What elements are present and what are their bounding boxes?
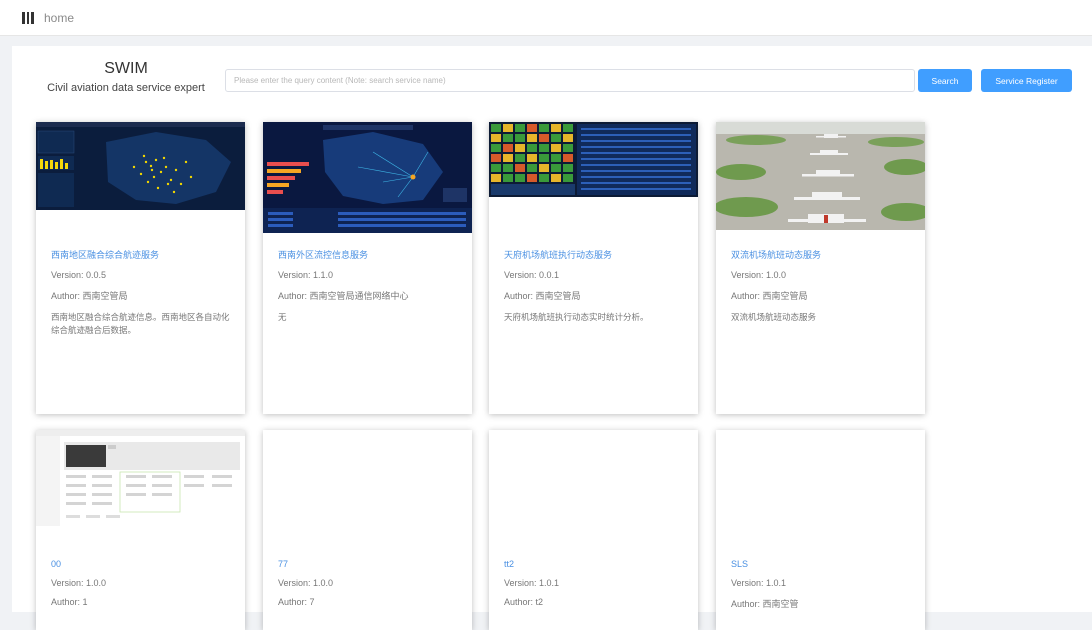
service-card[interactable]: 西南外区流控信息服务 Version: 1.1.0 Author: 西南空管局通…: [263, 122, 472, 414]
card-author: Author: 西南空管局: [504, 291, 581, 301]
card-version: Version: 0.0.5: [51, 270, 107, 280]
main-panel: SWIM Civil aviation data service expert …: [12, 46, 1092, 630]
card-title[interactable]: 双流机场航班动态服务: [731, 248, 910, 261]
service-card[interactable]: 天府机场航班执行动态服务 Version: 0.0.1 Author: 西南空管…: [489, 122, 698, 414]
card-author: Author: 西南空管局通信网络中心: [278, 291, 409, 301]
brand: SWIM Civil aviation data service expert: [42, 59, 210, 94]
breadcrumb[interactable]: home: [44, 11, 74, 25]
flight-status-board-thumbnail: [489, 122, 698, 197]
service-card[interactable]: 西南地区融合综合航迹服务 Version: 0.0.5 Author: 西南空管…: [36, 122, 245, 414]
brand-title: SWIM: [104, 60, 148, 77]
search-input[interactable]: [225, 69, 915, 92]
menu-icon[interactable]: [22, 11, 34, 24]
card-version: Version: 1.0.1: [504, 578, 560, 588]
card-description: 无: [278, 312, 287, 322]
service-card[interactable]: SLS Version: 1.0.1 Author: 西南空管: [716, 430, 925, 630]
service-register-button[interactable]: Service Register: [981, 69, 1072, 92]
card-author: Author: 西南空管局: [51, 291, 128, 301]
card-description: 双流机场航班动态服务: [731, 312, 817, 322]
card-title[interactable]: 西南外区流控信息服务: [278, 248, 457, 261]
brand-subtitle: Civil aviation data service expert: [47, 82, 205, 94]
card-author: Author: 西南空管局: [731, 291, 808, 301]
card-title[interactable]: 西南地区融合综合航迹服务: [51, 248, 230, 261]
card-author: Author: 1: [51, 597, 88, 607]
card-version: Version: 1.0.0: [278, 578, 334, 588]
card-description: 西南地区融合综合航迹信息。西南地区各自动化综合航迹融合后数据。: [51, 312, 230, 335]
web-page-screenshot-thumbnail: [36, 430, 245, 526]
service-card[interactable]: 双流机场航班动态服务 Version: 1.0.0 Author: 西南空管局 …: [716, 122, 925, 414]
service-card[interactable]: tt2 Version: 1.0.1 Author: t2: [489, 430, 698, 630]
card-version: Version: 1.0.0: [51, 578, 107, 588]
service-card[interactable]: 77 Version: 1.0.0 Author: 7: [263, 430, 472, 630]
service-card[interactable]: 00 Version: 1.0.0 Author: 1: [36, 430, 245, 630]
card-author: Author: 西南空管: [731, 599, 799, 609]
card-title[interactable]: 77: [278, 559, 457, 569]
card-version: Version: 0.0.1: [504, 270, 560, 280]
card-title[interactable]: SLS: [731, 559, 910, 569]
card-version: Version: 1.0.0: [731, 270, 787, 280]
flight-tracks-map-thumbnail: [36, 122, 245, 210]
card-author: Author: 7: [278, 597, 315, 607]
card-title[interactable]: 00: [51, 559, 230, 569]
card-version: Version: 1.0.1: [731, 578, 787, 588]
search-button[interactable]: Search: [918, 69, 972, 92]
card-version: Version: 1.1.0: [278, 270, 334, 280]
card-description: 天府机场航班执行动态实时统计分析。: [504, 312, 649, 322]
card-title[interactable]: 天府机场航班执行动态服务: [504, 248, 683, 261]
flow-control-dashboard-thumbnail: [263, 122, 472, 233]
top-bar: home: [0, 0, 1092, 36]
card-title[interactable]: tt2: [504, 559, 683, 569]
airport-photo-thumbnail: [716, 122, 925, 230]
card-author: Author: t2: [504, 597, 544, 607]
